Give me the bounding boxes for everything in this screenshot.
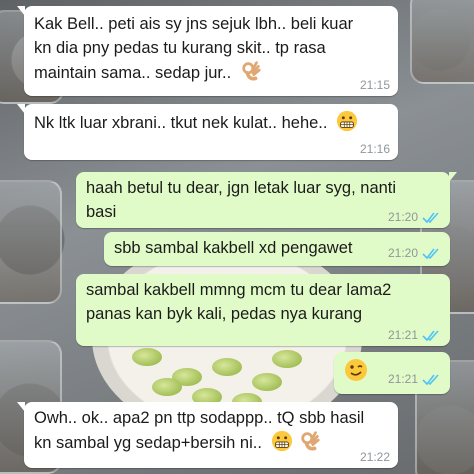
message-outgoing[interactable]: sbb sambal kakbell xd pengawet 21:20 (104, 232, 450, 266)
message-time: 21:21 (387, 328, 418, 342)
message-text: haah betul tu dear, jgn letak luar syg, … (86, 179, 397, 221)
message-incoming[interactable]: Owh.. ok.. apa2 pn ttp sodappp.. tQ sbb … (17, 402, 398, 468)
read-receipt-icon (422, 248, 439, 260)
read-receipt-icon (422, 212, 439, 224)
message-outgoing[interactable]: haah betul tu dear, jgn letak luar syg, … (76, 172, 457, 228)
message-incoming[interactable]: Kak Bell.. peti ais sy jns sejuk lbh.. b… (17, 6, 398, 96)
message-time: 21:22 (359, 450, 390, 464)
ok-hand-icon (301, 431, 320, 451)
bubble-tail (17, 6, 25, 16)
grimace-emoji-icon (336, 110, 358, 132)
message-time: 21:20 (387, 210, 418, 224)
bubble-tail (449, 172, 457, 182)
message-time: 21:21 (387, 372, 418, 386)
bubble-tail (17, 402, 25, 412)
read-receipt-icon (422, 330, 439, 342)
message-text: Nk ltk luar xbrani.. tkut nek kulat.. he… (34, 114, 328, 132)
ok-hand-icon (242, 61, 261, 81)
message-text: Kak Bell.. peti ais sy jns sejuk lbh.. b… (34, 15, 354, 82)
message-incoming[interactable]: Nk ltk luar xbrani.. tkut nek kulat.. he… (17, 104, 398, 160)
bubble-tail (17, 104, 25, 114)
message-outgoing[interactable]: sambal kakbell mmng mcm tu dear lama2 pa… (76, 274, 450, 346)
message-text: sbb sambal kakbell xd pengawet (114, 239, 353, 257)
message-time: 21:20 (387, 246, 418, 260)
message-outgoing[interactable]: 21:21 (334, 352, 450, 394)
message-time: 21:16 (359, 142, 390, 156)
grimace-emoji-icon (271, 430, 292, 452)
message-text: sambal kakbell mmng mcm tu dear lama2 pa… (86, 281, 392, 323)
wink-emoji-icon (345, 359, 367, 381)
message-time: 21:15 (359, 78, 390, 92)
read-receipt-icon (422, 374, 439, 386)
